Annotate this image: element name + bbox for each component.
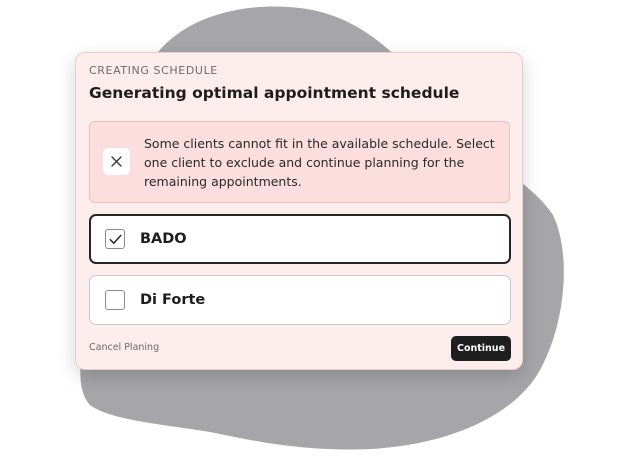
alert-message: Some clients cannot fit in the available…: [144, 136, 495, 189]
check-icon: [108, 234, 122, 244]
client-option-di-forte[interactable]: Di Forte: [89, 275, 511, 325]
checkbox-unchecked[interactable]: [105, 290, 125, 310]
client-option-bado[interactable]: BADO: [89, 214, 511, 264]
continue-button[interactable]: Continue: [451, 336, 511, 361]
checkbox-checked[interactable]: [105, 229, 125, 249]
dialog-eyebrow: CREATING SCHEDULE: [89, 64, 218, 77]
close-icon: [103, 148, 130, 175]
error-alert: Some clients cannot fit in the available…: [89, 121, 510, 203]
dialog-title: Generating optimal appointment schedule: [89, 84, 460, 102]
client-option-label: BADO: [140, 231, 187, 247]
canvas: CREATING SCHEDULE Generating optimal app…: [0, 0, 620, 457]
cancel-planning-link[interactable]: Cancel Planing: [89, 342, 159, 353]
schedule-dialog: CREATING SCHEDULE Generating optimal app…: [75, 52, 523, 370]
client-option-label: Di Forte: [140, 292, 206, 308]
